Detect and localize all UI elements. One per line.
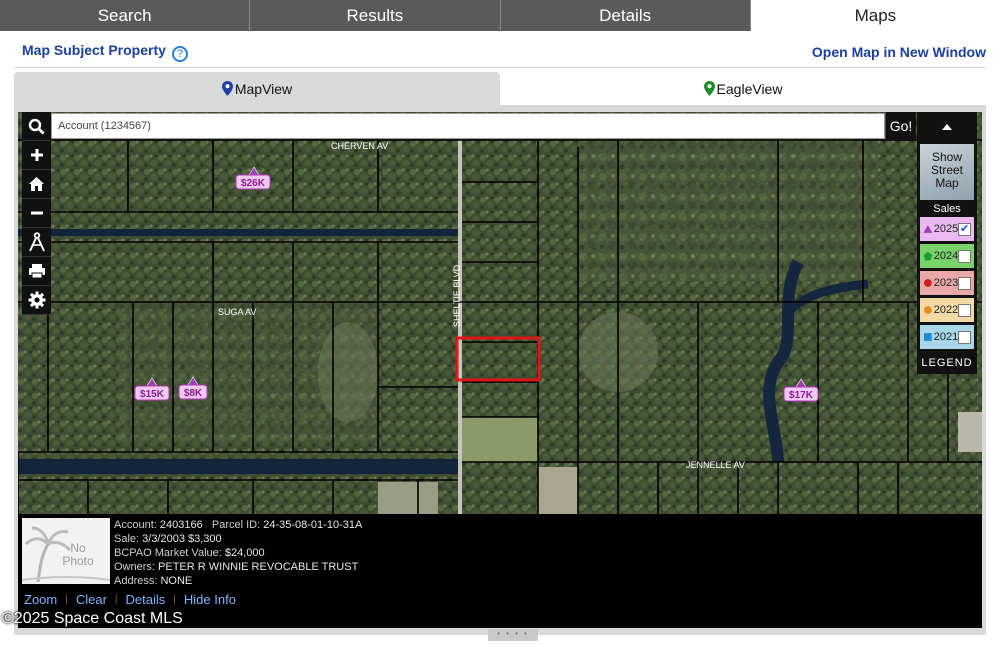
- divider: |: [65, 594, 68, 605]
- account-label: Account:: [114, 519, 157, 531]
- tab-results[interactable]: Results: [250, 0, 501, 31]
- aerial-map[interactable]: CHERVEN AV SUGA AV SHELTIE BLVD JENNELLE…: [18, 112, 982, 514]
- market-value: $24,000: [224, 547, 265, 559]
- no-photo-thumbnail: No Photo: [21, 518, 111, 584]
- price-tag-8k: $8K: [184, 388, 203, 399]
- settings-button[interactable]: [22, 286, 51, 315]
- zoom-out-button[interactable]: [22, 199, 51, 228]
- street-label-cherven: CHERVEN AV: [331, 141, 388, 151]
- street-label-suga: SUGA AV: [218, 307, 256, 317]
- sales-year-label: 2022: [933, 304, 959, 316]
- pentagon-marker-icon: [923, 251, 933, 261]
- sales-year-label: 2021: [933, 331, 959, 343]
- triangle-marker-icon: [923, 225, 933, 233]
- zoom-in-icon: [30, 149, 43, 161]
- hide-info-link[interactable]: Hide Info: [184, 592, 236, 608]
- sales-year-label: 2025: [933, 223, 959, 235]
- divider: |: [173, 594, 176, 605]
- map-subject-property-link[interactable]: Map Subject Property: [22, 42, 166, 58]
- circle-marker-icon: [923, 306, 932, 314]
- year-checkbox[interactable]: ✔: [958, 222, 971, 236]
- chevron-up-icon: [942, 124, 952, 130]
- sales-year-filters: 2025 ✔ 2024 2023 2022 2021: [917, 217, 977, 349]
- sales-label: Sales: [933, 203, 961, 215]
- divider: [14, 67, 986, 68]
- sale-label: Sale:: [114, 533, 140, 545]
- measure-button[interactable]: [22, 228, 51, 257]
- palm-tree-icon: No Photo: [21, 518, 111, 584]
- resize-grip[interactable]: • • • •: [488, 629, 538, 641]
- year-checkbox[interactable]: [958, 276, 971, 290]
- search-icon: [28, 118, 45, 134]
- street-label-sheltie: SHELTIE BLVD: [452, 264, 462, 327]
- legend-button[interactable]: LEGEND: [917, 357, 977, 369]
- view-tabs: MapView EagleView: [14, 72, 986, 105]
- parcel-value: 24-35-08-01-10-31A: [263, 519, 363, 531]
- print-button[interactable]: [22, 257, 51, 286]
- help-icon[interactable]: ?: [171, 46, 188, 62]
- address-value: NONE: [160, 575, 193, 587]
- year-checkbox[interactable]: [958, 249, 971, 263]
- tab-mapview[interactable]: MapView: [14, 72, 500, 105]
- year-checkbox[interactable]: [958, 303, 971, 317]
- zoom-link[interactable]: Zoom: [24, 592, 57, 608]
- tab-eagleview-label: EagleView: [716, 80, 783, 97]
- aerial-map-canvas: CHERVEN AV SUGA AV SHELTIE BLVD JENNELLE…: [18, 112, 982, 514]
- owners-value: PETER R WINNIE REVOCABLE TRUST: [158, 561, 359, 573]
- home-icon: [29, 177, 44, 191]
- account-search-input[interactable]: Account (1234567): [51, 113, 885, 139]
- measure-icon: [28, 232, 45, 252]
- page: Search Results Details Maps Map Subject …: [0, 0, 1000, 647]
- sales-year-filter-2023[interactable]: 2023: [920, 271, 974, 295]
- sales-year-filter-2022[interactable]: 2022: [920, 298, 974, 322]
- sales-year-label: 2023: [933, 277, 959, 289]
- sales-year-filter-2025[interactable]: 2025 ✔: [920, 217, 974, 241]
- no-photo-text-2: Photo: [62, 554, 94, 568]
- go-button[interactable]: Go!: [886, 112, 916, 140]
- clear-link[interactable]: Clear: [76, 592, 107, 608]
- info-actions: Zoom | Clear | Details | Hide Info: [24, 592, 236, 608]
- sales-year-filter-2024[interactable]: 2024: [920, 244, 974, 268]
- print-icon: [28, 264, 45, 279]
- legend-panel: Show Street Map Sales 2025 ✔ 2024 2023 2022 2…: [917, 112, 977, 374]
- parcel-label: Parcel ID:: [211, 519, 261, 531]
- year-checkbox[interactable]: [958, 330, 971, 344]
- map-pin-icon: [703, 81, 715, 96]
- show-street-map-button[interactable]: Show Street Map: [920, 144, 974, 200]
- tab-details[interactable]: Details: [500, 0, 751, 31]
- zoom-out-icon: [30, 211, 43, 215]
- sale-value: 3/3/2003 $3,300: [142, 533, 222, 545]
- price-tag-15k: $15K: [140, 389, 165, 400]
- address-label: Address:: [114, 575, 158, 587]
- search-button[interactable]: [22, 112, 51, 141]
- price-tag-26k: $26K: [241, 178, 266, 189]
- details-link[interactable]: Details: [126, 592, 166, 608]
- top-tabs: Search Results Details Maps: [0, 0, 1000, 31]
- collapse-panel-button[interactable]: [917, 112, 977, 142]
- tab-mapview-label: MapView: [234, 80, 293, 97]
- open-map-new-window-link[interactable]: Open Map in New Window: [812, 44, 986, 60]
- market-value-label: BCPAO Market Value:: [114, 547, 222, 559]
- settings-icon: [28, 291, 45, 309]
- no-photo-text-1: No: [70, 541, 86, 555]
- home-button[interactable]: [22, 170, 51, 199]
- tab-maps[interactable]: Maps: [750, 0, 1000, 31]
- owners-label: Owners:: [114, 561, 155, 573]
- square-marker-icon: [923, 333, 932, 341]
- map-subheader: Map Subject Property? Open Map in New Wi…: [22, 42, 986, 62]
- tab-eagleview[interactable]: EagleView: [500, 72, 986, 105]
- zoom-in-button[interactable]: [22, 141, 51, 170]
- sales-year-filter-2021[interactable]: 2021: [920, 325, 974, 349]
- divider: |: [114, 594, 118, 605]
- price-tag-17k: $17K: [789, 390, 814, 401]
- circle-marker-icon: [923, 279, 932, 287]
- map-toolbar: [22, 112, 51, 315]
- map-pin-icon: [221, 81, 233, 96]
- sales-year-label: 2024: [933, 250, 959, 262]
- property-details-text: Account: 2403166 Parcel ID: 24-35-08-01-…: [114, 518, 362, 588]
- copyright-watermark: ©2025 Space Coast MLS: [2, 610, 183, 627]
- account-value: 2403166: [159, 519, 203, 531]
- tab-search[interactable]: Search: [0, 0, 251, 31]
- street-label-jennelle: JENNELLE AV: [686, 460, 745, 470]
